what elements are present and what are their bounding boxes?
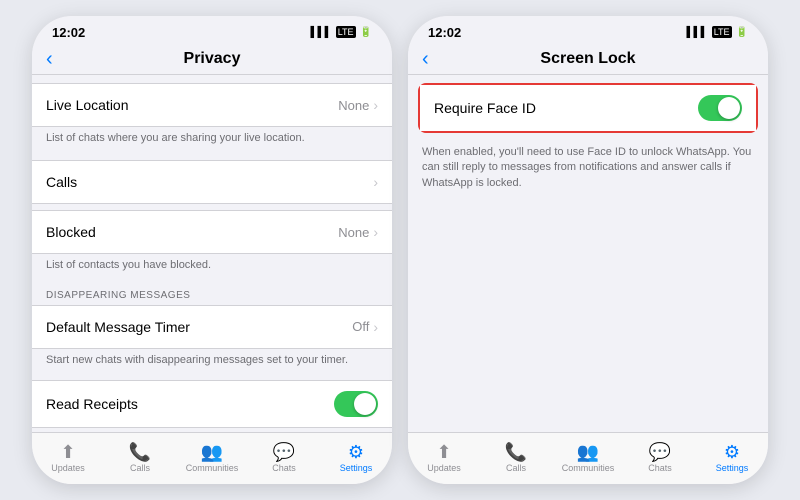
require-faceid-group: Require Face ID: [418, 83, 758, 133]
live-location-value: None: [338, 98, 369, 113]
tab-bar-2: ⬆ Updates 📞 Calls 👥 Communities 💬 Chats …: [408, 432, 768, 484]
tab-calls-2[interactable]: 📞 Calls: [480, 439, 552, 476]
communities-icon-2: 👥: [577, 443, 599, 461]
live-location-chevron: ›: [373, 97, 378, 113]
status-time-2: 12:02: [428, 25, 461, 40]
back-button-1[interactable]: ‹: [46, 48, 53, 71]
faceid-description: When enabled, you'll need to use Face ID…: [408, 141, 768, 197]
battery-icon-1: 🔋: [360, 27, 372, 38]
status-icons-1: ▌▌▌ LTE 🔋: [310, 26, 372, 38]
calls-chevron: ›: [373, 174, 378, 190]
blocked-value: None: [338, 225, 369, 240]
tab-chats-2[interactable]: 💬 Chats: [624, 439, 696, 476]
calls-tab-label-1: Calls: [130, 463, 150, 473]
tab-bar-1: ⬆ Updates 📞 Calls 👥 Communities 💬 Chats …: [32, 432, 392, 484]
disappearing-header: DISAPPEARING MESSAGES: [32, 280, 392, 305]
tab-settings-1[interactable]: ⚙ Settings: [320, 439, 392, 476]
default-timer-value: Off: [352, 319, 369, 334]
default-timer-label: Default Message Timer: [46, 319, 190, 335]
chats-icon-2: 💬: [649, 443, 671, 461]
blocked-item[interactable]: Blocked None ›: [32, 211, 392, 253]
settings-icon-1: ⚙: [348, 443, 364, 461]
settings-label-1: Settings: [340, 463, 373, 473]
blocked-chevron: ›: [373, 224, 378, 240]
blocked-label: Blocked: [46, 224, 96, 240]
require-faceid-item-row[interactable]: Require Face ID: [420, 85, 756, 131]
updates-icon-2: ⬆: [436, 443, 451, 461]
tab-communities-2[interactable]: 👥 Communities: [552, 439, 624, 476]
settings-label-2: Settings: [716, 463, 749, 473]
calls-right: ›: [373, 174, 378, 190]
nav-bar-1: ‹ Privacy: [32, 44, 392, 75]
tab-communities-1[interactable]: 👥 Communities: [176, 439, 248, 476]
read-receipts-toggle[interactable]: [334, 391, 378, 417]
content-privacy: Live Location None › List of chats where…: [32, 75, 392, 432]
live-location-description: List of chats where you are sharing your…: [32, 127, 392, 152]
signal-icon-2: ▌▌▌: [686, 27, 707, 38]
require-faceid-toggle-thumb: [718, 97, 740, 119]
nav-title-2: Screen Lock: [540, 50, 635, 68]
calls-icon-1: 📞: [129, 443, 151, 461]
calls-tab-label-2: Calls: [506, 463, 526, 473]
phone-privacy: 12:02 ▌▌▌ LTE 🔋 ‹ Privacy Live Location …: [32, 16, 392, 484]
settings-icon-2: ⚙: [724, 443, 740, 461]
calls-label: Calls: [46, 174, 77, 190]
calls-item[interactable]: Calls ›: [32, 161, 392, 203]
default-timer-chevron: ›: [373, 319, 378, 335]
status-bar-2: 12:02 ▌▌▌ LTE 🔋: [408, 16, 768, 44]
tab-updates-1[interactable]: ⬆ Updates: [32, 439, 104, 476]
updates-label-2: Updates: [427, 463, 461, 473]
disappearing-group: Default Message Timer Off ›: [32, 305, 392, 349]
tab-updates-2[interactable]: ⬆ Updates: [408, 439, 480, 476]
read-receipts-group: Read Receipts: [32, 380, 392, 428]
phones-container: 12:02 ▌▌▌ LTE 🔋 ‹ Privacy Live Location …: [0, 0, 800, 500]
blocked-description: List of contacts you have blocked.: [32, 254, 392, 279]
tab-calls-1[interactable]: 📞 Calls: [104, 439, 176, 476]
back-button-2[interactable]: ‹: [422, 48, 429, 71]
nav-title-1: Privacy: [184, 50, 241, 68]
content-screenlock: Require Face ID When enabled, you'll nee…: [408, 75, 768, 432]
calls-icon-2: 📞: [505, 443, 527, 461]
default-timer-description: Start new chats with disappearing messag…: [32, 349, 392, 374]
blocked-group: Blocked None ›: [32, 210, 392, 254]
live-location-item[interactable]: Live Location None ›: [32, 84, 392, 126]
updates-icon-1: ⬆: [60, 443, 75, 461]
status-icons-2: ▌▌▌ LTE 🔋: [686, 26, 748, 38]
nav-bar-2: ‹ Screen Lock: [408, 44, 768, 75]
require-faceid-toggle[interactable]: [698, 95, 742, 121]
read-receipts-label: Read Receipts: [46, 396, 138, 412]
signal-icon-1: ▌▌▌: [310, 27, 331, 38]
live-location-group: Live Location None ›: [32, 83, 392, 127]
chats-label-2: Chats: [648, 463, 672, 473]
lte-badge-2: LTE: [712, 26, 732, 38]
updates-label-1: Updates: [51, 463, 85, 473]
chats-label-1: Chats: [272, 463, 296, 473]
chats-icon-1: 💬: [273, 443, 295, 461]
read-receipts-toggle-thumb: [354, 393, 376, 415]
lte-badge-1: LTE: [336, 26, 356, 38]
tab-settings-2[interactable]: ⚙ Settings: [696, 439, 768, 476]
blocked-right: None ›: [338, 224, 378, 240]
live-location-label: Live Location: [46, 97, 129, 113]
tab-chats-1[interactable]: 💬 Chats: [248, 439, 320, 476]
read-receipts-item[interactable]: Read Receipts: [32, 381, 392, 427]
communities-label-2: Communities: [562, 463, 615, 473]
communities-label-1: Communities: [186, 463, 239, 473]
battery-icon-2: 🔋: [736, 27, 748, 38]
status-bar-1: 12:02 ▌▌▌ LTE 🔋: [32, 16, 392, 44]
communities-icon-1: 👥: [201, 443, 223, 461]
status-time-1: 12:02: [52, 25, 85, 40]
live-location-right: None ›: [338, 97, 378, 113]
require-faceid-label: Require Face ID: [434, 100, 536, 116]
default-timer-right: Off ›: [352, 319, 378, 335]
calls-group: Calls ›: [32, 160, 392, 204]
default-timer-item[interactable]: Default Message Timer Off ›: [32, 306, 392, 348]
phone-screenlock: 12:02 ▌▌▌ LTE 🔋 ‹ Screen Lock Require Fa…: [408, 16, 768, 484]
